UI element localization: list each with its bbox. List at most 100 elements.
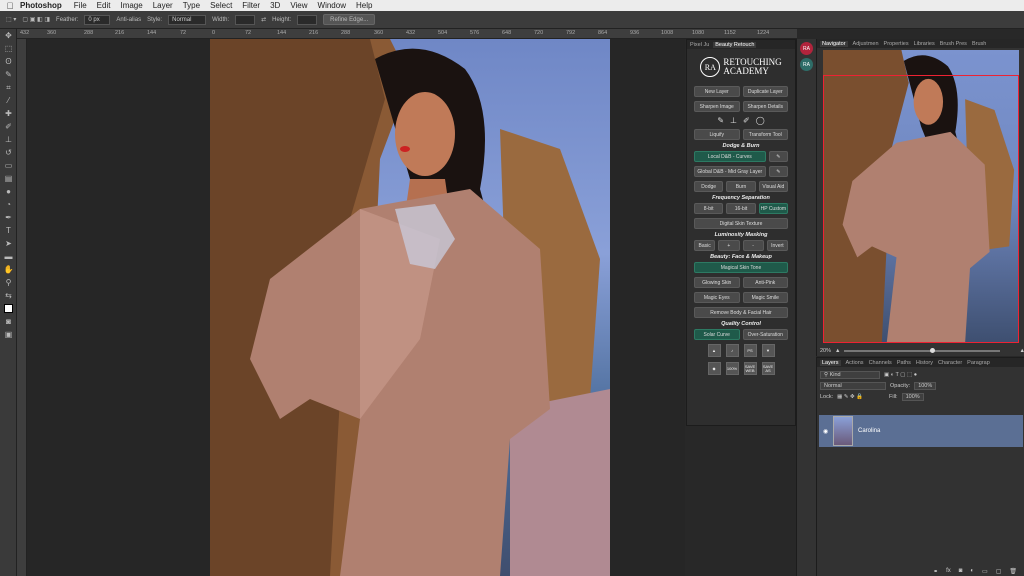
refine-edge-button[interactable]: Refine Edge... <box>323 14 376 25</box>
filter-icons[interactable]: ▣ ◐ T ▢ ⬚ ● <box>884 372 917 378</box>
opacity-input[interactable]: 100% <box>914 381 937 390</box>
stamp-icon[interactable]: ⊥ <box>730 116 737 125</box>
menu-layer[interactable]: Layer <box>153 1 173 10</box>
new-layer-icon[interactable]: ▢ <box>996 568 1002 575</box>
marquee-tool-icon[interactable]: ⬚ <box>0 42 17 55</box>
save-as-button[interactable]: SAVE AS <box>761 362 775 375</box>
zoom-tool-icon[interactable]: ⚲ <box>0 276 17 289</box>
basic-button[interactable]: Basic <box>694 240 716 251</box>
sharpen-image-button[interactable]: Sharpen Image <box>694 101 740 112</box>
lasso-icon[interactable]: ◯ <box>756 116 765 125</box>
dodge-button[interactable]: Dodge <box>694 181 724 192</box>
global-db-button[interactable]: Global D&B - Mid Gray Layer <box>694 166 766 177</box>
sharpen-details-button[interactable]: Sharpen Details <box>742 101 788 112</box>
menu-view[interactable]: View <box>290 1 307 10</box>
layer-row[interactable]: ◉ Carolina <box>819 415 1023 447</box>
magical-skin-tone-button[interactable]: Magical Skin Tone <box>694 262 788 273</box>
height-input[interactable] <box>297 14 318 25</box>
blur-tool-icon[interactable]: ● <box>0 185 17 198</box>
magic-eyes-button[interactable]: Magic Eyes <box>694 292 740 303</box>
crop-tool-icon[interactable]: ⌗ <box>0 81 17 94</box>
blend-mode-select[interactable]: Normal <box>820 381 886 390</box>
remove-hair-button[interactable]: Remove Body & Facial Hair <box>694 307 788 318</box>
zoom-out-icon[interactable]: ▲ <box>835 348 840 354</box>
plus-button[interactable]: + <box>718 240 740 251</box>
zoom-slider[interactable] <box>844 348 1000 353</box>
lock-icons[interactable]: ▦ ✎ ✥ 🔒 <box>837 394 863 400</box>
apple-icon[interactable]:  <box>0 1 20 11</box>
gradient-tool-icon[interactable]: ▤ <box>0 172 17 185</box>
layer-name[interactable]: Carolina <box>858 428 880 434</box>
brush-icon[interactable]: ✎ <box>717 116 724 125</box>
eraser-tool-icon[interactable]: ▭ <box>0 159 17 172</box>
qc-music-icon[interactable]: ♪ <box>725 344 739 357</box>
local-db-curves-button[interactable]: Local D&B - Curves <box>694 151 766 162</box>
pencil-icon[interactable]: ✐ <box>743 116 750 125</box>
minus-button[interactable]: - <box>742 240 764 251</box>
burn-button[interactable]: Burn <box>726 181 756 192</box>
menu-window[interactable]: Window <box>318 1 346 10</box>
tab-actions[interactable]: Actions <box>846 360 864 366</box>
global-db-brush-icon[interactable]: ✎ <box>768 166 788 177</box>
digital-skin-texture-button[interactable]: Digital Skin Texture <box>694 218 788 229</box>
fill-input[interactable]: 100% <box>901 392 924 401</box>
menu-image[interactable]: Image <box>120 1 142 10</box>
invert-button[interactable]: Invert <box>766 240 788 251</box>
menu-file[interactable]: File <box>74 1 87 10</box>
swap-icon[interactable]: ⇄ <box>261 16 266 23</box>
qc-ps-icon[interactable]: PS <box>743 344 757 357</box>
ra-badge-1[interactable]: RA <box>800 42 813 55</box>
tab-character[interactable]: Character <box>938 360 962 366</box>
new-layer-button[interactable]: New Layer <box>694 86 740 97</box>
menu-filter[interactable]: Filter <box>242 1 260 10</box>
swap-colors-icon[interactable]: ⇆ <box>0 289 17 302</box>
quick-mask-icon[interactable]: ◙ <box>0 315 17 328</box>
dodge-tool-icon[interactable]: ◔ <box>0 198 17 211</box>
quick-select-icon[interactable]: ✎ <box>0 68 17 81</box>
menu-edit[interactable]: Edit <box>97 1 111 10</box>
antialias-checkbox[interactable]: Anti-alias <box>116 17 141 23</box>
solar-curve-button[interactable]: Solar Curve <box>694 329 740 340</box>
feather-input[interactable]: 0 px <box>84 14 111 25</box>
duplicate-layer-button[interactable]: Duplicate Layer <box>742 86 788 97</box>
path-select-icon[interactable]: ➤ <box>0 237 17 250</box>
liquify-button[interactable]: Liquify <box>694 129 740 140</box>
add-mask-icon[interactable]: ◙ <box>959 568 963 574</box>
tab-channels[interactable]: Channels <box>869 360 892 366</box>
document-image[interactable] <box>210 39 610 576</box>
type-tool-icon[interactable]: T <box>0 224 17 237</box>
zoom-value[interactable]: 20% <box>820 348 831 354</box>
selection-mode-icons[interactable]: ▢ ▣ ◧ ◨ <box>22 16 50 23</box>
tab-paragraph[interactable]: Paragrap <box>967 360 990 366</box>
group-icon[interactable]: ▭ <box>982 568 988 575</box>
qc-100-icon[interactable]: 100% <box>725 362 739 375</box>
tab-paths[interactable]: Paths <box>897 360 911 366</box>
tab-brush-presets[interactable]: Brush Pres <box>940 41 967 47</box>
link-layers-icon[interactable]: ⚭ <box>933 568 938 575</box>
tab-layers[interactable]: Layers <box>820 359 841 366</box>
fx-icon[interactable]: fx <box>946 568 951 574</box>
qc-down-icon[interactable]: ▼ <box>761 344 775 357</box>
magic-smile-button[interactable]: Magic Smile <box>742 292 788 303</box>
adjustment-layer-icon[interactable]: ◐ <box>970 568 974 574</box>
transform-tool-button[interactable]: Transform Tool <box>742 129 788 140</box>
16bit-button[interactable]: 16-bit <box>726 203 756 214</box>
hp-custom-button[interactable]: HP Custom <box>758 203 788 214</box>
kind-filter-select[interactable]: ⚲ Kind <box>820 370 880 379</box>
eyedropper-icon[interactable]: ⁄ <box>0 94 17 107</box>
screen-mode-icon[interactable]: ▣ <box>0 328 17 341</box>
zoom-slider-knob[interactable] <box>929 348 935 353</box>
8bit-button[interactable]: 8-bit <box>694 203 724 214</box>
ra-badge-2[interactable]: RA <box>800 58 813 71</box>
navigator-view-box[interactable] <box>823 75 1019 343</box>
pen-tool-icon[interactable]: ✒ <box>0 211 17 224</box>
menu-select[interactable]: Select <box>210 1 232 10</box>
tab-adjustments[interactable]: Adjustmen <box>853 41 879 47</box>
width-input[interactable] <box>235 14 256 25</box>
menu-type[interactable]: Type <box>183 1 200 10</box>
glowing-skin-button[interactable]: Glowing Skin <box>694 277 740 288</box>
lasso-tool-icon[interactable]: ʘ <box>0 55 17 68</box>
stamp-tool-icon[interactable]: ⊥ <box>0 133 17 146</box>
tab-pixel-juggler[interactable]: Pixel Ju <box>690 42 709 48</box>
tab-history[interactable]: History <box>916 360 933 366</box>
